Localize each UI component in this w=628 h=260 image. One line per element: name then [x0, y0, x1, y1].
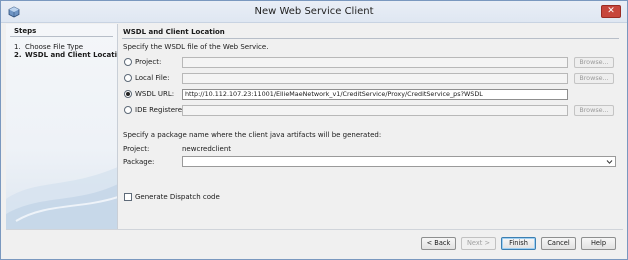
- panel-title: WSDL and Client Location: [122, 26, 619, 39]
- radio-button[interactable]: [124, 74, 132, 82]
- steps-header: Steps: [10, 24, 113, 37]
- steps-list: 1. Choose File Type 2. WSDL and Client Loc…: [14, 43, 117, 59]
- package-label: Package:: [123, 158, 155, 166]
- back-button[interactable]: < Back: [421, 237, 456, 250]
- ide-registered-field[interactable]: [182, 105, 568, 116]
- title-bar[interactable]: New Web Service Client ✕: [1, 1, 627, 23]
- dispatch-checkbox[interactable]: [124, 193, 132, 201]
- wsdl-instruction: Specify the WSDL file of the Web Service…: [123, 43, 269, 51]
- step-item-current: 2. WSDL and Client Location: [14, 51, 118, 59]
- window-title: New Web Service Client: [254, 6, 374, 17]
- steps-panel: Steps 1. Choose File Type 2. WSDL and Clie…: [6, 24, 118, 229]
- package-select[interactable]: [182, 156, 616, 167]
- local-file-radio-label: Local File:: [135, 74, 170, 82]
- project-label: Project:: [123, 145, 150, 153]
- chevron-down-icon: [606, 160, 613, 164]
- content-panel: WSDL and Client Location Specify the WSD…: [119, 24, 624, 229]
- wsdl-url-radio[interactable]: WSDL URL:: [124, 89, 184, 100]
- local-file-browse-button[interactable]: Browse...: [574, 73, 614, 84]
- footer-divider: [6, 229, 623, 230]
- dispatch-label: Generate Dispatch code: [135, 193, 220, 201]
- project-browse-button[interactable]: Browse...: [574, 57, 614, 68]
- close-button[interactable]: ✕: [601, 5, 621, 18]
- ide-registered-browse-button[interactable]: Browse...: [574, 105, 614, 116]
- package-instruction: Specify a package name where the client …: [123, 131, 382, 139]
- local-file-radio[interactable]: Local File:: [124, 73, 184, 84]
- local-file-field[interactable]: [182, 73, 568, 84]
- finish-button[interactable]: Finish: [501, 237, 536, 250]
- project-field[interactable]: [182, 57, 568, 68]
- project-radio-label: Project:: [135, 58, 162, 66]
- wsdl-url-field[interactable]: http://10.112.107.23:11001/EllieMaeNetwo…: [182, 89, 568, 100]
- step-item: 1. Choose File Type: [14, 43, 84, 51]
- dialog-window: New Web Service Client ✕ Steps 1. Choose …: [0, 0, 628, 260]
- project-radio[interactable]: Project:: [124, 57, 184, 68]
- cancel-button[interactable]: Cancel: [541, 237, 576, 250]
- radio-button[interactable]: [124, 58, 132, 66]
- next-button[interactable]: Next >: [461, 237, 496, 250]
- ide-registered-radio-label: IDE Registered:: [135, 106, 189, 114]
- help-button[interactable]: Help: [581, 237, 616, 250]
- project-value: newcredclient: [182, 145, 232, 153]
- close-icon: ✕: [607, 6, 615, 16]
- decorative-swoosh-graphic: [6, 167, 117, 229]
- wsdl-url-radio-label: WSDL URL:: [135, 90, 175, 98]
- ide-registered-radio[interactable]: IDE Registered:: [124, 105, 189, 116]
- radio-button-selected[interactable]: [124, 90, 132, 98]
- radio-button[interactable]: [124, 106, 132, 114]
